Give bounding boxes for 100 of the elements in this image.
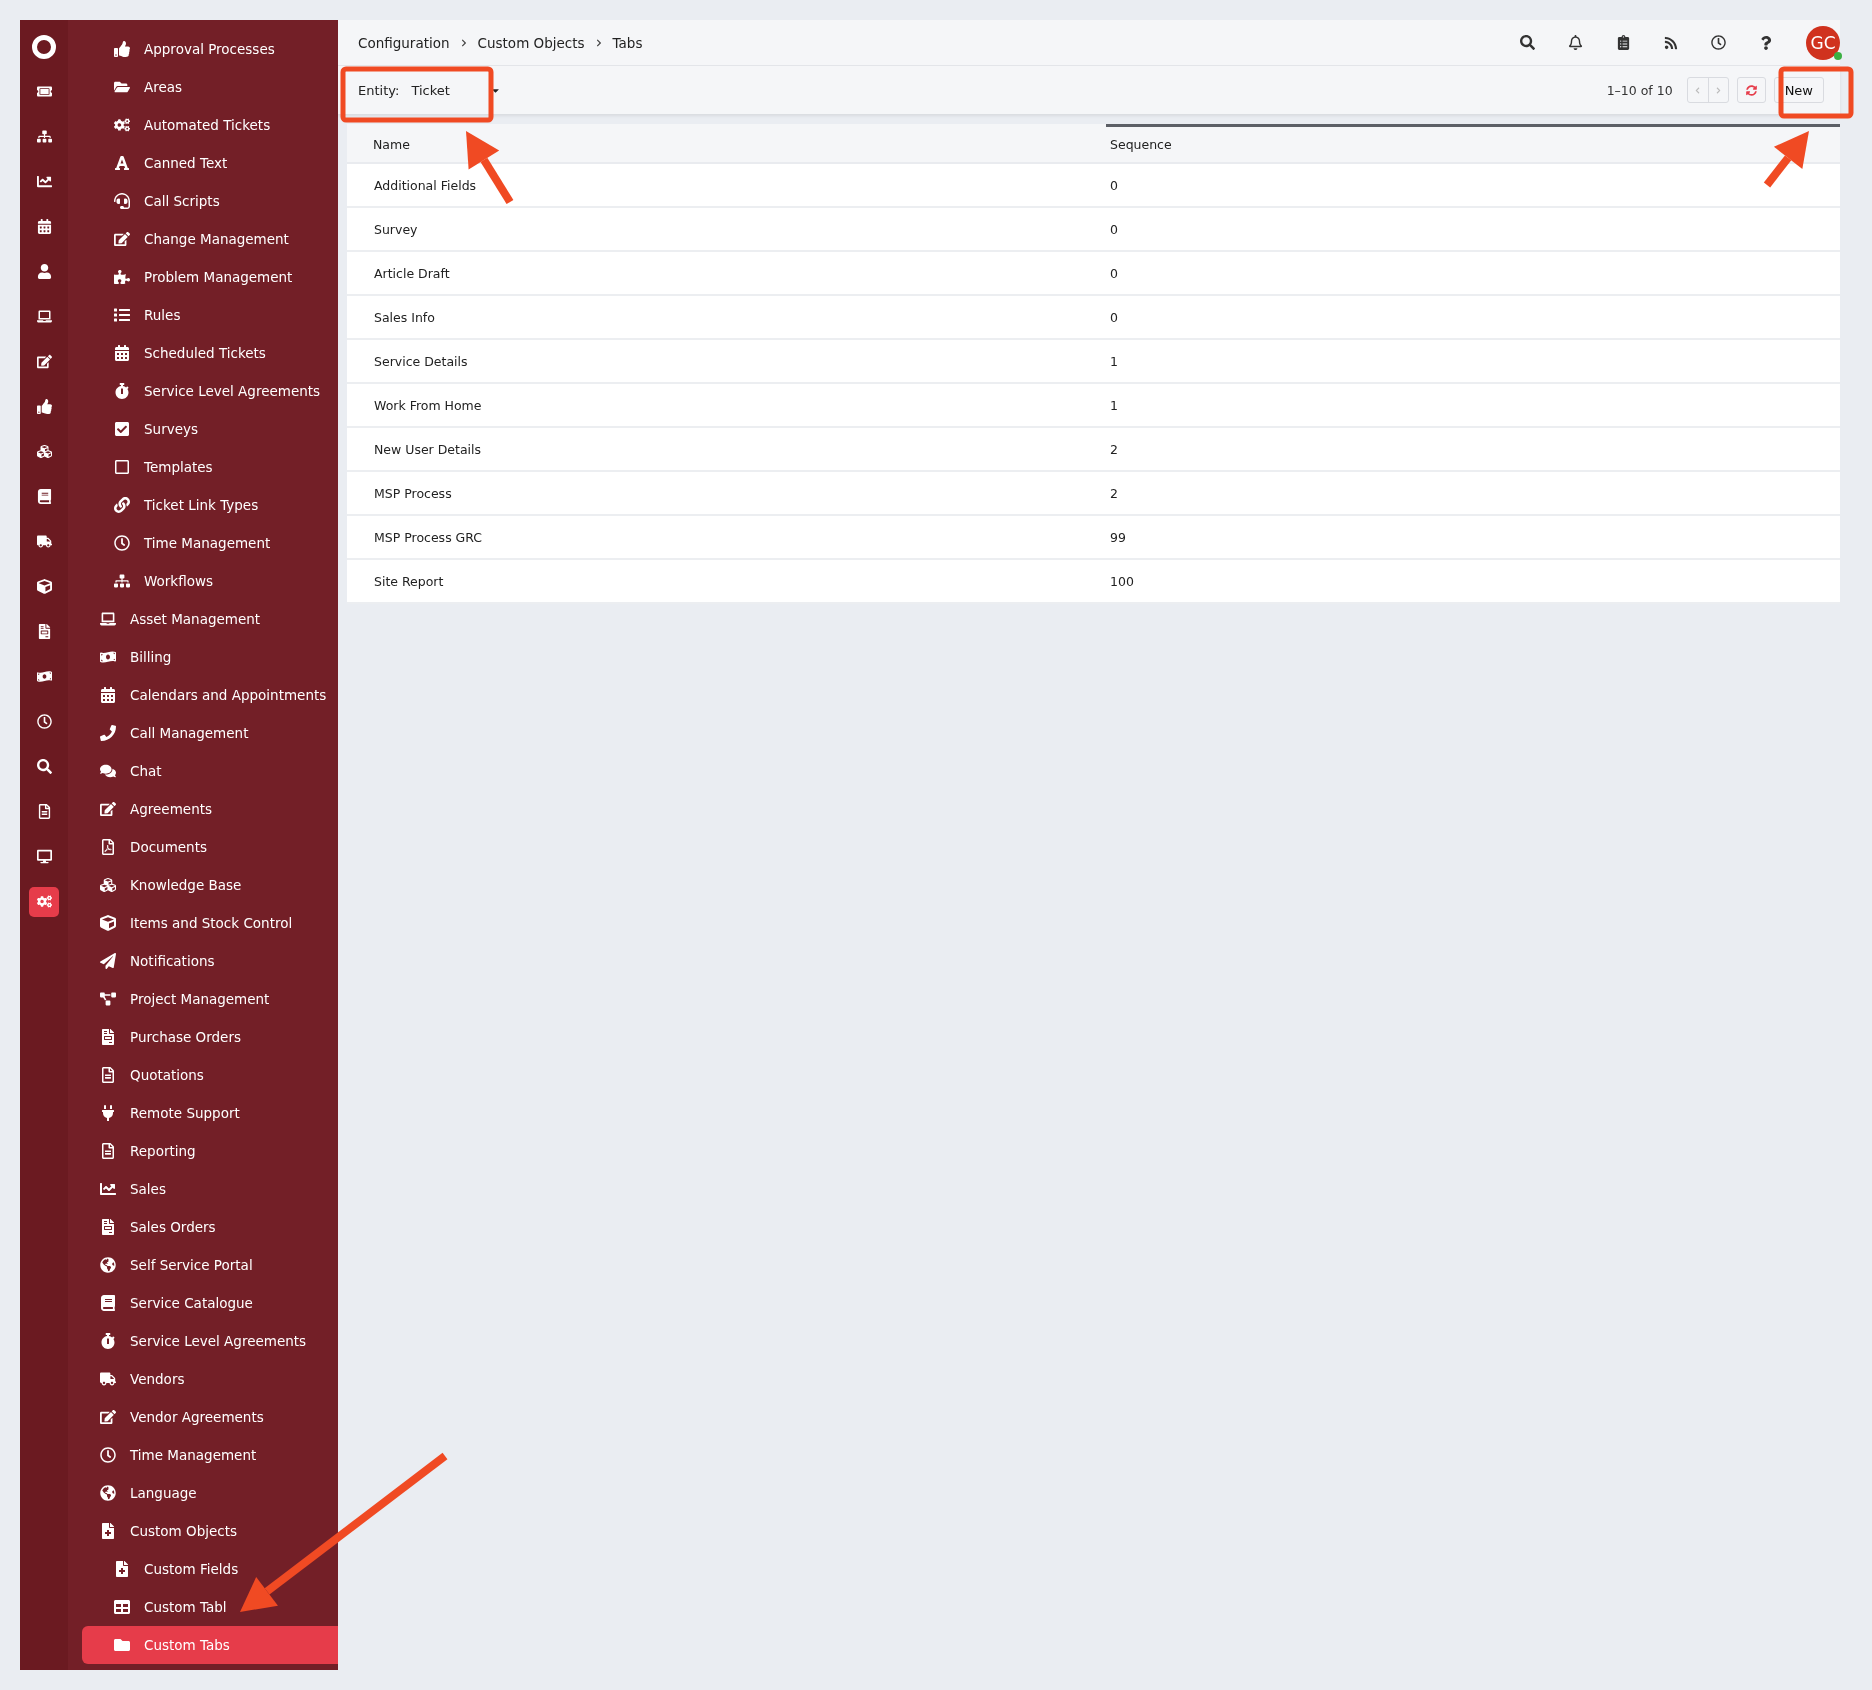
table-cell-text: Work From Home — [373, 397, 483, 413]
plug-icon — [100, 1105, 116, 1121]
refresh-button[interactable] — [1736, 77, 1766, 103]
sidebar-item[interactable]: Time Management — [82, 524, 338, 562]
table-cell-text: 1 — [1109, 353, 1119, 369]
sidebar-item[interactable]: Automated Tickets — [82, 106, 338, 144]
sidebar-item[interactable]: Service Level Agreements — [82, 1322, 338, 1360]
sidebar-item[interactable]: Vendors — [82, 1360, 338, 1398]
sidebar-item[interactable]: Remote Support — [82, 1094, 338, 1132]
table-row[interactable]: Work From Home 1 — [347, 384, 1840, 428]
sidebar-item[interactable]: Canned Text — [82, 144, 338, 182]
sidebar-item[interactable]: Items and Stock Control — [82, 904, 338, 942]
sidebar-item[interactable]: Vendor Agreements — [82, 1398, 338, 1436]
table-cell-text: Sales Info — [373, 309, 436, 325]
sidebar-item[interactable]: Call Scripts — [82, 182, 338, 220]
sidebar-item[interactable]: Workflows — [82, 562, 338, 600]
sidebar-item[interactable]: Time Management — [82, 1436, 338, 1474]
sidebar-item[interactable]: Chat — [82, 752, 338, 790]
sidebar-item[interactable]: Calendars and Appointments — [82, 676, 338, 714]
entity-label: Entity: — [358, 82, 400, 98]
cubes-icon — [100, 877, 116, 893]
table-row[interactable]: Article Draft 0 — [347, 252, 1840, 296]
sidebar-item[interactable]: Custom Tabl — [82, 1588, 338, 1626]
breadcrumb[interactable]: Tabs — [612, 34, 643, 51]
table-row[interactable]: Survey 0 — [347, 208, 1840, 252]
table-cell-text: 0 — [1109, 221, 1119, 237]
pagination-text: 1–10 of 10 — [1606, 82, 1673, 98]
table-row[interactable]: MSP Process GRC 99 — [347, 516, 1840, 560]
sidebar-item[interactable]: Call Management — [82, 714, 338, 752]
sidebar-item[interactable]: Approval Processes — [82, 30, 338, 68]
table-cell-text: 2 — [1109, 485, 1119, 501]
sidebar-item[interactable]: Sales Orders — [82, 1208, 338, 1246]
laptop-icon — [100, 611, 116, 627]
sidebar-item[interactable]: Quotations — [82, 1056, 338, 1094]
help-icon[interactable] — [1759, 35, 1773, 50]
sidebar-item[interactable]: Knowledge Base — [82, 866, 338, 904]
book-icon — [100, 1295, 116, 1311]
sidebar-item[interactable]: Scheduled Tickets — [82, 334, 338, 372]
sidebar-item[interactable]: Notifications — [82, 942, 338, 980]
link-icon — [114, 497, 130, 513]
sidebar-item[interactable]: Change Management — [82, 220, 338, 258]
table-row[interactable]: New User Details 2 — [347, 428, 1840, 472]
money-icon — [100, 649, 116, 665]
search-icon[interactable] — [1520, 35, 1535, 50]
sidebar-item[interactable]: Surveys — [82, 410, 338, 448]
calendar-icon — [100, 687, 116, 703]
sidebar-item[interactable]: Custom Tabs — [82, 1626, 338, 1664]
stopwatch-icon — [100, 1333, 116, 1349]
pencil-note-icon — [114, 231, 130, 247]
logo-icon — [32, 35, 56, 59]
table-cell-text: MSP Process GRC — [373, 529, 484, 545]
stopwatch-icon — [114, 383, 130, 399]
sidebar-item[interactable]: Ticket Link Types — [82, 486, 338, 524]
sidebar-item[interactable]: Custom Fields — [82, 1550, 338, 1588]
clock-icon[interactable] — [1711, 35, 1726, 50]
sidebar-item[interactable]: Problem Management — [82, 258, 338, 296]
clipboard-icon[interactable] — [1616, 35, 1631, 50]
sidebar-item[interactable]: Project Management — [82, 980, 338, 1018]
column-header[interactable]: Name — [347, 124, 1106, 162]
sidebar-item[interactable]: Billing — [82, 638, 338, 676]
feed-icon[interactable] — [1664, 35, 1678, 50]
table-cell-text: MSP Process — [373, 485, 453, 501]
sidebar-item[interactable]: Agreements — [82, 790, 338, 828]
table-row[interactable]: Sales Info 0 — [347, 296, 1840, 340]
list-icon — [114, 307, 130, 323]
file-icon — [36, 804, 52, 819]
entity-dropdown[interactable]: Ticket — [411, 78, 501, 102]
clock-icon — [100, 1447, 116, 1463]
user-avatar[interactable]: GC — [1806, 25, 1840, 60]
table-cell-text: New User Details — [373, 441, 483, 457]
sidebar-item[interactable]: Purchase Orders — [82, 1018, 338, 1056]
hierarchy-icon — [114, 573, 130, 589]
sidebar-item[interactable]: Asset Management — [82, 600, 338, 638]
sidebar-item[interactable]: Self Service Portal — [82, 1246, 338, 1284]
sidebar-item[interactable]: Areas — [82, 68, 338, 106]
sidebar-item[interactable]: Service Catalogue — [82, 1284, 338, 1322]
breadcrumb[interactable]: Configuration — [358, 34, 450, 51]
sidebar-item[interactable]: Reporting — [82, 1132, 338, 1170]
breadcrumb[interactable]: Custom Objects — [477, 34, 585, 51]
sidebar-item[interactable]: Documents — [82, 828, 338, 866]
sidebar-item[interactable]: Language — [82, 1474, 338, 1512]
sidebar-item[interactable]: Service Level Agreements — [82, 372, 338, 410]
table-cell-text: 1 — [1109, 397, 1119, 413]
ticket-icon — [36, 84, 52, 99]
table-cell-text: Site Report — [373, 573, 445, 589]
rail-button[interactable] — [29, 886, 59, 917]
sidebar-item[interactable]: Templates — [82, 448, 338, 486]
sidebar-item[interactable]: Sales — [82, 1170, 338, 1208]
pencil-note-icon — [100, 1409, 116, 1425]
table-row[interactable]: Site Report 100 — [347, 560, 1840, 604]
table-row[interactable]: Additional Fields 0 — [347, 164, 1840, 208]
file-icon — [100, 1067, 116, 1083]
sidebar-item[interactable]: Rules — [82, 296, 338, 334]
user-icon — [36, 264, 52, 279]
status-dot — [1834, 51, 1842, 60]
bell-icon[interactable] — [1568, 35, 1583, 50]
table-row[interactable]: MSP Process 2 — [347, 472, 1840, 516]
sidebar-item[interactable]: Custom Objects — [82, 1512, 338, 1550]
table-cell-text: Article Draft — [373, 265, 451, 281]
table-row[interactable]: Service Details 1 — [347, 340, 1840, 384]
